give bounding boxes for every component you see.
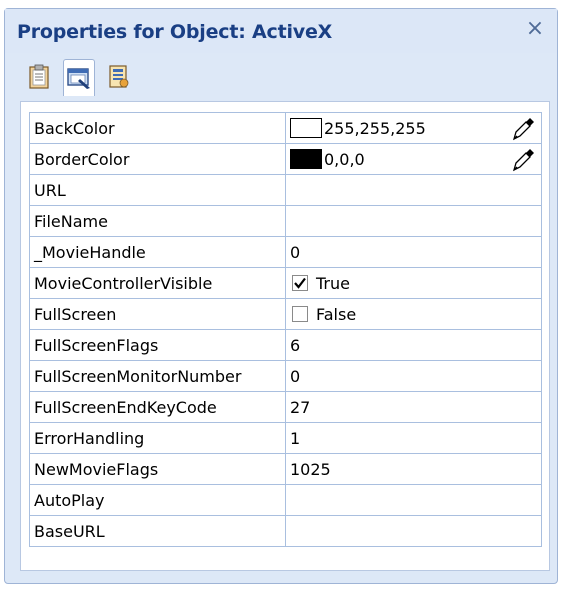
property-row[interactable]: FullScreen False bbox=[29, 298, 542, 330]
property-row[interactable]: URL bbox=[29, 174, 542, 206]
property-value-cell[interactable]: 27 bbox=[285, 391, 542, 423]
object-properties-icon bbox=[67, 68, 90, 89]
panel-title: Properties for Object: ActiveX bbox=[17, 21, 333, 43]
property-row[interactable]: MovieControllerVisible True bbox=[29, 267, 542, 299]
eyedropper-icon[interactable] bbox=[511, 146, 537, 172]
clipboard-icon bbox=[29, 64, 49, 89]
property-row[interactable]: BorderColor 0,0,0 bbox=[29, 143, 542, 175]
property-name: BackColor bbox=[29, 112, 286, 144]
checkbox-label: False bbox=[316, 304, 357, 324]
eyedropper-icon[interactable] bbox=[511, 115, 537, 141]
property-value-cell[interactable]: 0 bbox=[285, 236, 542, 268]
property-value[interactable] bbox=[290, 517, 541, 546]
property-value-cell[interactable]: 1025 bbox=[285, 453, 542, 485]
property-value-cell[interactable] bbox=[285, 205, 542, 237]
script-list-icon bbox=[109, 65, 129, 88]
property-name: FullScreenFlags bbox=[29, 329, 286, 361]
property-value[interactable]: 0 bbox=[290, 362, 541, 391]
property-value-cell[interactable]: 6 bbox=[285, 329, 542, 361]
value-text[interactable]: 1025 bbox=[290, 460, 331, 479]
property-value-cell[interactable]: True bbox=[285, 267, 542, 299]
property-value[interactable]: 0,0,0 bbox=[290, 145, 541, 174]
checkbox[interactable] bbox=[292, 306, 308, 322]
property-value[interactable]: 1 bbox=[290, 424, 541, 453]
property-grid-frame: BackColor 255,255,255 BorderColor 0,0,0 URL F… bbox=[20, 101, 550, 571]
property-name: _MovieHandle bbox=[29, 236, 286, 268]
property-name: ErrorHandling bbox=[29, 422, 286, 454]
value-text[interactable]: 27 bbox=[290, 398, 310, 417]
title-bar: Properties for Object: ActiveX × bbox=[5, 9, 557, 53]
property-row[interactable]: ErrorHandling 1 bbox=[29, 422, 542, 454]
value-text[interactable]: 6 bbox=[290, 336, 300, 355]
property-value[interactable]: True bbox=[290, 269, 541, 298]
property-name: BaseURL bbox=[29, 515, 286, 547]
color-swatch bbox=[290, 118, 322, 138]
property-value-cell[interactable] bbox=[285, 174, 542, 206]
property-value-cell[interactable]: 1 bbox=[285, 422, 542, 454]
property-row[interactable]: AutoPlay bbox=[29, 484, 542, 516]
checkbox[interactable] bbox=[292, 275, 308, 291]
property-value[interactable]: 0 bbox=[290, 238, 541, 267]
property-value[interactable] bbox=[290, 486, 541, 515]
property-row[interactable]: FullScreenFlags 6 bbox=[29, 329, 542, 361]
property-value[interactable]: 27 bbox=[290, 393, 541, 422]
property-value[interactable]: False bbox=[290, 300, 541, 329]
property-row[interactable]: _MovieHandle 0 bbox=[29, 236, 542, 268]
property-name: FullScreenMonitorNumber bbox=[29, 360, 286, 392]
value-text[interactable]: 0 bbox=[290, 243, 300, 262]
property-row[interactable]: NewMovieFlags 1025 bbox=[29, 453, 542, 485]
checkmark-icon bbox=[294, 277, 306, 289]
property-value[interactable]: 6 bbox=[290, 331, 541, 360]
properties-panel: Properties for Object: ActiveX × BackCol… bbox=[4, 8, 558, 584]
property-value-cell[interactable] bbox=[285, 515, 542, 547]
property-value-cell[interactable]: 0,0,0 bbox=[285, 143, 542, 175]
value-text[interactable]: 1 bbox=[290, 429, 300, 448]
property-name: FileName bbox=[29, 205, 286, 237]
object-properties-button[interactable] bbox=[63, 59, 95, 96]
color-value-text: 0,0,0 bbox=[324, 149, 365, 169]
property-value[interactable] bbox=[290, 176, 541, 205]
property-row[interactable]: FullScreenMonitorNumber 0 bbox=[29, 360, 542, 392]
property-value-cell[interactable]: 0 bbox=[285, 360, 542, 392]
property-name: FullScreenEndKeyCode bbox=[29, 391, 286, 423]
color-swatch bbox=[290, 149, 322, 169]
value-text[interactable]: 0 bbox=[290, 367, 300, 386]
property-name: URL bbox=[29, 174, 286, 206]
close-icon[interactable]: × bbox=[523, 17, 547, 41]
property-name: MovieControllerVisible bbox=[29, 267, 286, 299]
property-grid: BackColor 255,255,255 BorderColor 0,0,0 URL F… bbox=[29, 112, 542, 547]
color-value-text: 255,255,255 bbox=[324, 118, 426, 138]
property-row[interactable]: BaseURL bbox=[29, 515, 542, 547]
property-value-cell[interactable]: False bbox=[285, 298, 542, 330]
property-value[interactable]: 255,255,255 bbox=[290, 114, 541, 143]
property-name: BorderColor bbox=[29, 143, 286, 175]
property-value[interactable]: 1025 bbox=[290, 455, 541, 484]
property-value-cell[interactable] bbox=[285, 484, 542, 516]
checkbox-label: True bbox=[316, 273, 350, 293]
property-name: AutoPlay bbox=[29, 484, 286, 516]
property-row[interactable]: BackColor 255,255,255 bbox=[29, 112, 542, 144]
property-value-cell[interactable]: 255,255,255 bbox=[285, 112, 542, 144]
clipboard-button[interactable] bbox=[23, 59, 55, 95]
script-list-button[interactable] bbox=[103, 59, 135, 95]
property-value[interactable] bbox=[290, 207, 541, 236]
property-row[interactable]: FileName bbox=[29, 205, 542, 237]
property-name: NewMovieFlags bbox=[29, 453, 286, 485]
property-row[interactable]: FullScreenEndKeyCode 27 bbox=[29, 391, 542, 423]
property-name: FullScreen bbox=[29, 298, 286, 330]
